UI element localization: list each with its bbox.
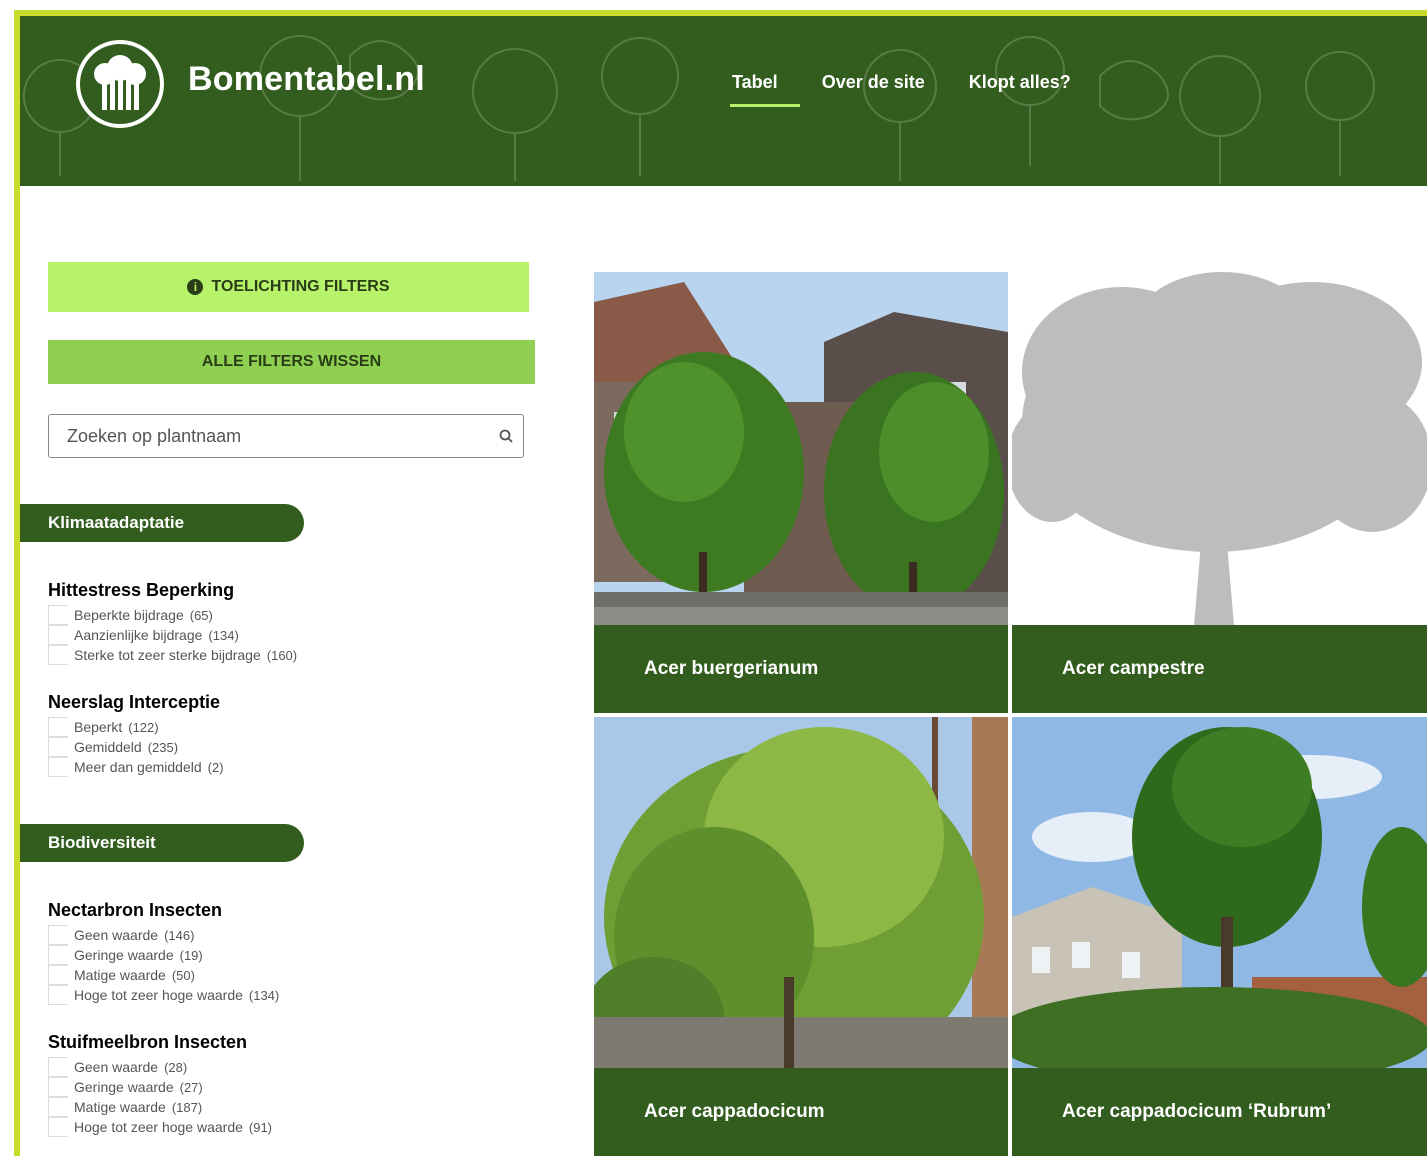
filter-option-count: (134) — [208, 627, 239, 643]
filter-option-label: Geen waarde — [74, 927, 159, 943]
filter-group-hittestress: Hittestress Beperking Beperkte bijdrage (… — [48, 580, 297, 665]
nav-item-over-de-site[interactable]: Over de site — [822, 72, 925, 107]
filter-option-label: Geen waarde — [74, 1059, 159, 1075]
filter-option-label: Beperkt — [74, 719, 123, 735]
info-icon: i — [187, 279, 204, 295]
filter-option[interactable]: Geringe waarde (19) — [48, 945, 279, 965]
filter-group-title: Stuifmeelbron Insecten — [48, 1032, 248, 1052]
checkbox[interactable] — [48, 645, 68, 665]
filter-option-count: (235) — [147, 739, 179, 755]
tree-card-name: Acer buergerianum — [594, 625, 1008, 713]
filter-info-label: TOELICHTING FILTERS — [211, 278, 390, 295]
checkbox[interactable] — [48, 625, 68, 645]
filter-option[interactable]: Meer dan gemiddeld (2) — [48, 757, 224, 777]
filter-option[interactable]: Gemiddeld (235) — [48, 737, 224, 757]
tree-photo — [594, 272, 1008, 625]
filter-option-count: (2) — [207, 759, 224, 775]
filter-option-label: Geringe waarde — [74, 947, 174, 963]
filter-option-count: (122) — [128, 719, 159, 735]
filter-option[interactable]: Geen waarde (28) — [48, 1057, 272, 1077]
main-nav: Tabel Over de site Klopt alles? — [730, 72, 1115, 107]
tree-card-name: Acer cappadocicum — [594, 1068, 1008, 1156]
filter-group-title: Neerslag Interceptie — [48, 692, 221, 712]
filter-group-title: Hittestress Beperking — [48, 580, 235, 600]
checkbox[interactable] — [48, 1117, 68, 1137]
checkbox[interactable] — [48, 1057, 68, 1077]
filter-option-count: (91) — [248, 1119, 273, 1135]
clear-filters-label: ALLE FILTERS WISSEN — [201, 353, 382, 370]
checkbox[interactable] — [48, 1097, 68, 1117]
filter-option-label: Gemiddeld — [74, 739, 142, 755]
filter-option-count: (19) — [179, 947, 203, 963]
filter-info-button[interactable]: i TOELICHTING FILTERS — [48, 262, 529, 312]
clear-filters-button[interactable]: ALLE FILTERS WISSEN — [48, 340, 535, 384]
filter-option-label: Hoge tot zeer hoge waarde — [74, 1119, 243, 1135]
tree-card-name: Acer cappadocicum ‘Rubrum’ — [1012, 1068, 1427, 1156]
checkbox[interactable] — [48, 1077, 68, 1097]
tree-photo — [594, 717, 1008, 1070]
site-header: Bomentabel.nl Tabel Over de site Klopt a… — [20, 16, 1427, 186]
nav-item-tabel[interactable]: Tabel — [730, 72, 800, 107]
tree-card[interactable]: Acer cappadocicum ‘Rubrum’ — [1012, 717, 1427, 1156]
site-brand[interactable]: Bomentabel.nl — [188, 60, 425, 99]
filter-group-stuifmeelbron: Stuifmeelbron Insecten Geen waarde (28) G… — [48, 1032, 272, 1137]
filter-option-label: Sterke tot zeer sterke bijdrage — [74, 647, 261, 663]
checkbox[interactable] — [48, 605, 68, 625]
filter-option-count: (50) — [171, 967, 195, 983]
filter-option[interactable]: Matige waarde (50) — [48, 965, 279, 985]
filter-option[interactable]: Matige waarde (187) — [48, 1097, 272, 1117]
checkbox[interactable] — [48, 965, 68, 985]
checkbox[interactable] — [48, 945, 68, 965]
filter-option-count: (134) — [248, 987, 280, 1003]
filter-group-neerslag: Neerslag Interceptie Beperkt (122) Gemidd… — [48, 692, 224, 777]
filter-option-label: Matige waarde — [74, 1099, 166, 1115]
filter-option[interactable]: Beperkte bijdrage (65) — [48, 605, 297, 625]
filter-option-label: Aanzienlijke bijdrage — [74, 627, 203, 643]
filter-option-label: Matige waarde — [74, 967, 166, 983]
filter-option-label: Beperkte bijdrage — [74, 607, 184, 623]
filter-option[interactable]: Aanzienlijke bijdrage (134) — [48, 625, 297, 645]
filter-option[interactable]: Hoge tot zeer hoge waarde (91) — [48, 1117, 272, 1137]
filter-option[interactable]: Hoge tot zeer hoge waarde (134) — [48, 985, 279, 1005]
filter-option-count: (160) — [266, 647, 298, 663]
filter-option-count: (28) — [164, 1059, 188, 1075]
tree-card[interactable]: Acer campestre — [1012, 272, 1427, 713]
section-klimaatadaptatie: Klimaatadaptatie — [20, 504, 304, 542]
tree-card[interactable]: Acer cappadocicum — [594, 717, 1008, 1156]
checkbox[interactable] — [48, 757, 68, 777]
filter-group-nectarbron: Nectarbron Insecten Geen waarde (146) Ger… — [48, 900, 279, 1005]
filter-option-count: (27) — [179, 1079, 203, 1095]
search-box — [48, 414, 524, 458]
filter-option-label: Hoge tot zeer hoge waarde — [74, 987, 243, 1003]
checkbox[interactable] — [48, 737, 68, 757]
checkbox[interactable] — [48, 925, 68, 945]
tree-card-name: Acer campestre — [1012, 625, 1427, 713]
search-icon[interactable] — [499, 429, 513, 443]
tree-silhouette — [1012, 272, 1427, 625]
filter-group-title: Nectarbron Insecten — [48, 900, 223, 920]
filter-option[interactable]: Sterke tot zeer sterke bijdrage (160) — [48, 645, 297, 665]
filter-option-count: (187) — [171, 1099, 203, 1115]
filter-option[interactable]: Geringe waarde (27) — [48, 1077, 272, 1097]
filter-option[interactable]: Beperkt (122) — [48, 717, 224, 737]
tree-pattern-background — [23, 35, 1375, 184]
tree-logo-icon[interactable] — [76, 40, 164, 128]
checkbox[interactable] — [48, 717, 68, 737]
filter-option-count: (65) — [189, 607, 213, 623]
filter-option-label: Meer dan gemiddeld — [74, 759, 202, 775]
checkbox[interactable] — [48, 985, 68, 1005]
search-input[interactable] — [49, 415, 489, 457]
filter-option[interactable]: Geen waarde (146) — [48, 925, 279, 945]
tree-card[interactable]: Acer buergerianum — [594, 272, 1008, 713]
tree-photo — [1012, 717, 1427, 1070]
filter-option-label: Geringe waarde — [74, 1079, 174, 1095]
filter-option-count: (146) — [164, 927, 195, 943]
nav-item-klopt-alles[interactable]: Klopt alles? — [969, 72, 1071, 107]
section-biodiversiteit: Biodiversiteit — [20, 824, 304, 862]
